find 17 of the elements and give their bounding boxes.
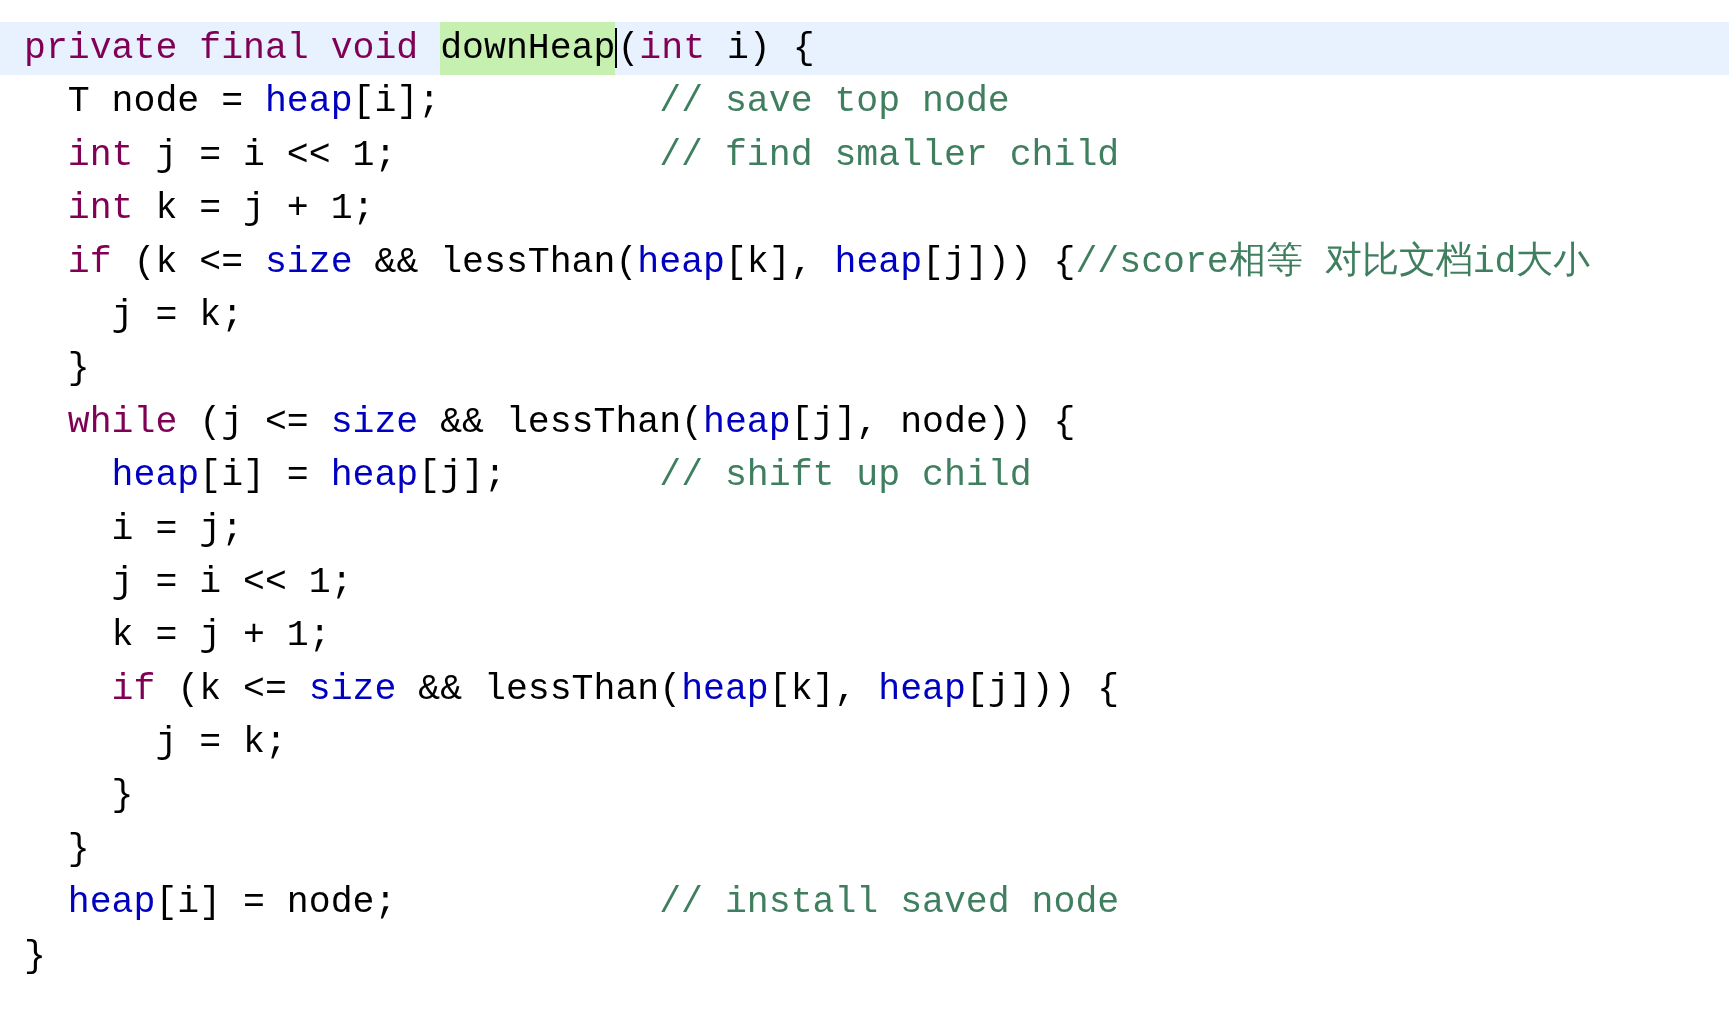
code-line: j = i << 1;	[110, 560, 354, 605]
code-line: }	[66, 347, 91, 392]
code-line: j = k;	[110, 293, 245, 338]
code-line: if (k <= size && lessThan(heap[k], heap[j])) {//score相等 对比文档id大小	[66, 240, 1592, 285]
code-line: T node = heap[i]; // save top node	[66, 80, 1011, 125]
code-line: k = j + 1;	[110, 614, 332, 659]
code-line: i = j;	[110, 507, 245, 552]
code-line: while (j <= size && lessThan(heap[j], node)) {	[66, 400, 1077, 445]
code-line: j = k;	[154, 721, 288, 766]
code-line: }	[66, 827, 91, 872]
code-line: heap[i] = heap[j]; // shift up child	[110, 454, 1033, 499]
code-line: }	[110, 774, 135, 819]
code-line: }	[23, 934, 47, 979]
code-line: if (k <= size && lessThan(heap[k], heap[j])) {	[110, 667, 1121, 712]
code-line: int j = i << 1; // find smaller child	[66, 133, 1121, 178]
code-line: heap[i] = node; // install saved node	[66, 881, 1121, 926]
code-line: int k = j + 1;	[66, 187, 376, 232]
